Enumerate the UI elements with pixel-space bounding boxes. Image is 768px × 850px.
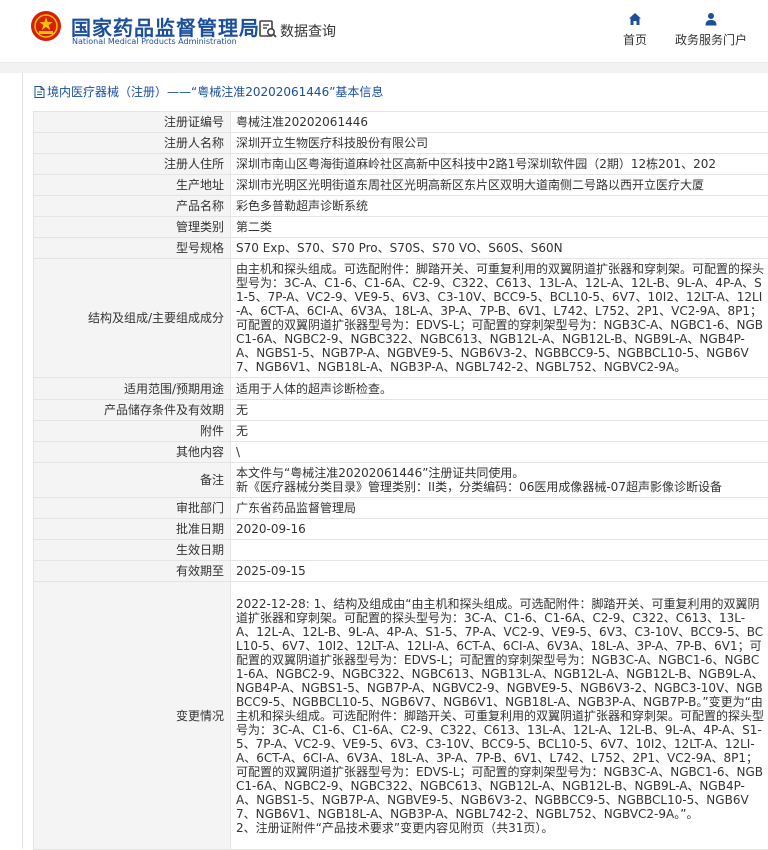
field-label: 审批部门 (34, 498, 231, 519)
nav-home[interactable]: 首页 (620, 12, 650, 48)
field-value: 2022-12-28: 1、结构及组成由“由主机和探头组成。可选配附件：脚踏开关… (231, 582, 768, 850)
field-value: S70 Exp、S70、S70 Pro、S70S、S70 VO、S60S、S60… (231, 238, 768, 259)
field-value: 本文件与“粤械注准20202061446”注册证共同使用。新《医疗器械分类目录》… (231, 463, 768, 498)
table-row: 生效日期 (34, 540, 768, 561)
table-row: 注册证编号粤械注准20202061446 (34, 112, 768, 133)
table-row: 有效期至2025-09-15 (34, 561, 768, 582)
document-icon (34, 86, 45, 98)
field-label: 有效期至 (34, 561, 231, 582)
nav-home-label: 首页 (623, 33, 647, 47)
field-label: 管理类别 (34, 217, 231, 238)
breadcrumb-text: 境内医疗器械（注册）——“粤械注准20202061446”基本信息 (47, 85, 383, 99)
field-label: 生效日期 (34, 540, 231, 561)
field-value: 粤械注准20202061446 (231, 112, 768, 133)
detail-panel: 境内医疗器械（注册）——“粤械注准20202061446”基本信息 注册证编号粤… (22, 73, 768, 849)
nav-service-portal[interactable]: 政务服务门户 (672, 12, 750, 48)
table-row: 结构及组成/主要组成成分由主机和探头组成。可选配附件：脚踏开关、可重复利用的双翼… (34, 259, 768, 378)
field-value: 深圳市光明区光明街道东周社区光明高新区东片区双明大道南侧二号路以西开立医疗大厦 (231, 175, 768, 196)
field-label: 注册人住所 (34, 154, 231, 175)
field-label: 产品储存条件及有效期 (34, 400, 231, 421)
field-value: 由主机和探头组成。可选配附件：脚踏开关、可重复利用的双翼阴道扩张器和穿刺架。可配… (231, 259, 768, 378)
field-label: 注册证编号 (34, 112, 231, 133)
table-row: 其他内容\ (34, 442, 768, 463)
table-row: 审批部门广东省药品监督管理局 (34, 498, 768, 519)
table-row: 型号规格S70 Exp、S70、S70 Pro、S70S、S70 VO、S60S… (34, 238, 768, 259)
field-label: 结构及组成/主要组成成分 (34, 259, 231, 378)
device-info-table: 注册证编号粤械注准20202061446注册人名称深圳开立生物医疗科技股份有限公… (33, 111, 768, 850)
table-row: 注册人住所深圳市南山区粤海街道麻岭社区高新中区科技中2路1号深圳软件园（2期）1… (34, 154, 768, 175)
user-icon (704, 12, 718, 26)
table-row: 备注本文件与“粤械注准20202061446”注册证共同使用。新《医疗器械分类目… (34, 463, 768, 498)
field-value: 深圳开立生物医疗科技股份有限公司 (231, 133, 768, 154)
field-value: \ (231, 442, 768, 463)
field-label: 变更情况 (34, 582, 231, 850)
field-label: 批准日期 (34, 519, 231, 540)
field-label: 型号规格 (34, 238, 231, 259)
field-label: 适用范围/预期用途 (34, 378, 231, 400)
page-background-band (0, 63, 768, 73)
table-row: 适用范围/预期用途适用于人体的超声诊断检查。 (34, 378, 768, 400)
table-row: 批准日期2020-09-16 (34, 519, 768, 540)
table-row: 注册人名称深圳开立生物医疗科技股份有限公司 (34, 133, 768, 154)
home-icon (628, 12, 642, 26)
data-query-link[interactable]: 数据查询 (280, 21, 336, 41)
field-value: 深圳市南山区粤海街道麻岭社区高新中区科技中2路1号深圳软件园（2期）12栋201… (231, 154, 768, 175)
field-label: 附件 (34, 421, 231, 442)
nav-service-portal-label: 政务服务门户 (675, 33, 747, 47)
site-header: 国家药品监督管理局 National Medical Products Admi… (0, 0, 768, 62)
field-value: 适用于人体的超声诊断检查。 (231, 378, 768, 400)
field-value: 彩色多普勒超声诊断系统 (231, 196, 768, 217)
field-value: 第二类 (231, 217, 768, 238)
field-value: 广东省药品监督管理局 (231, 498, 768, 519)
field-value: 无 (231, 400, 768, 421)
national-emblem-icon (30, 10, 62, 42)
field-label: 产品名称 (34, 196, 231, 217)
breadcrumb: 境内医疗器械（注册）——“粤械注准20202061446”基本信息 (34, 83, 383, 100)
field-value (231, 540, 768, 561)
data-query-icon[interactable] (258, 19, 278, 39)
field-value: 2020-09-16 (231, 519, 768, 540)
field-label: 注册人名称 (34, 133, 231, 154)
table-row: 生产地址深圳市光明区光明街道东周社区光明高新区东片区双明大道南侧二号路以西开立医… (34, 175, 768, 196)
table-row: 产品储存条件及有效期无 (34, 400, 768, 421)
table-row: 管理类别第二类 (34, 217, 768, 238)
field-label: 其他内容 (34, 442, 231, 463)
table-row: 产品名称彩色多普勒超声诊断系统 (34, 196, 768, 217)
table-row: 附件无 (34, 421, 768, 442)
field-value: 无 (231, 421, 768, 442)
field-value: 2025-09-15 (231, 561, 768, 582)
field-label: 生产地址 (34, 175, 231, 196)
field-label: 备注 (34, 463, 231, 498)
table-row: 变更情况2022-12-28: 1、结构及组成由“由主机和探头组成。可选配附件：… (34, 582, 768, 850)
org-name-en: National Medical Products Administration (72, 37, 237, 46)
